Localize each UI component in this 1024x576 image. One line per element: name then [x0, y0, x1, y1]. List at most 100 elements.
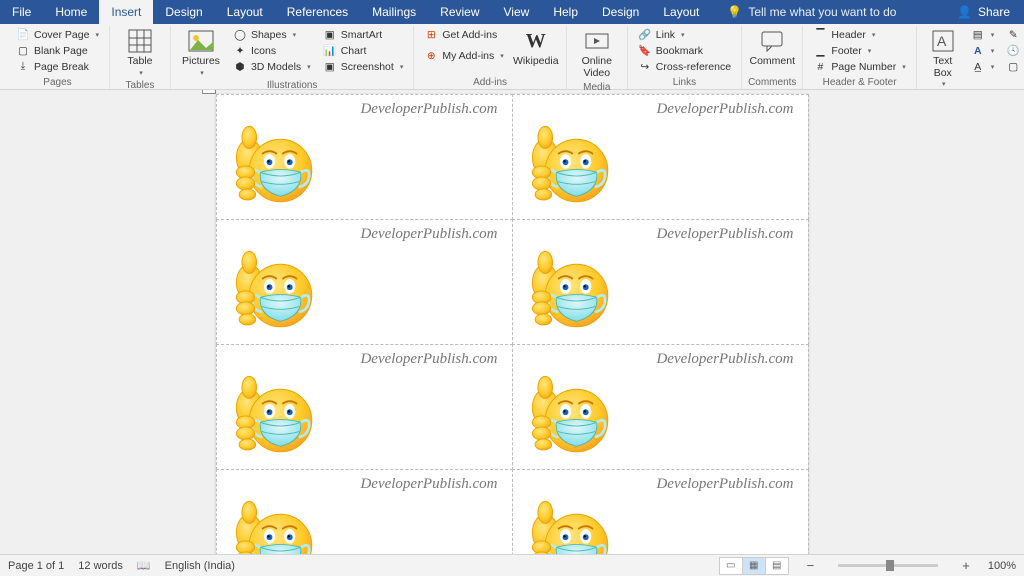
- comment-button[interactable]: Comment: [748, 26, 796, 70]
- table-cell[interactable]: DeveloperPublish.com: [512, 94, 809, 220]
- watermark-text: DeveloperPublish.com: [656, 351, 793, 368]
- table-cell[interactable]: DeveloperPublish.com: [512, 344, 809, 470]
- tab-review[interactable]: Review: [428, 0, 491, 24]
- footer-button[interactable]: ▁Footer▾: [809, 43, 909, 58]
- table-cell[interactable]: DeveloperPublish.com: [216, 344, 513, 470]
- table-cell[interactable]: DeveloperPublish.com: [216, 219, 513, 345]
- icons-button[interactable]: ✦Icons: [229, 43, 315, 58]
- group-tables: Table▾ Tables: [110, 26, 171, 89]
- object-button[interactable]: ▢▾: [1002, 59, 1024, 74]
- page-number-button[interactable]: #Page Number▾: [809, 59, 909, 74]
- tab-view[interactable]: View: [492, 0, 542, 24]
- date-time-button[interactable]: 🕓: [1002, 43, 1024, 58]
- emoji-image: [525, 119, 617, 211]
- icons-icon: ✦: [233, 44, 247, 58]
- link-icon: 🔗: [638, 28, 652, 42]
- page-break-button[interactable]: ⤓Page Break: [12, 59, 103, 74]
- table-icon: [127, 28, 153, 54]
- web-layout-button[interactable]: ▤: [765, 557, 789, 575]
- tab-insert[interactable]: Insert: [99, 0, 153, 24]
- smartart-button[interactable]: ▣SmartArt: [319, 27, 408, 42]
- group-label-comments: Comments: [748, 76, 796, 89]
- chart-button[interactable]: 📊Chart: [319, 43, 408, 58]
- quick-parts-button[interactable]: ▤▾: [967, 27, 999, 42]
- wikipedia-icon: W: [523, 28, 549, 54]
- emoji-image: [229, 369, 321, 461]
- shapes-button[interactable]: ◯Shapes▾: [229, 27, 315, 42]
- bookmark-button[interactable]: 🔖Bookmark: [634, 43, 735, 58]
- quickparts-icon: ▤: [971, 28, 985, 42]
- wordart-button[interactable]: A▾: [967, 43, 999, 58]
- spellcheck-icon[interactable]: 📖: [137, 559, 151, 572]
- group-header-footer: ▔Header▾ ▁Footer▾ #Page Number▾ Header &…: [803, 26, 916, 89]
- screenshot-button[interactable]: ▣Screenshot▾: [319, 59, 408, 74]
- emoji-image: [229, 244, 321, 336]
- read-mode-button[interactable]: ▭: [719, 557, 743, 575]
- table-move-handle[interactable]: ✥: [202, 90, 216, 94]
- dropcap-icon: A̲: [971, 60, 985, 74]
- link-button[interactable]: 🔗Link▾: [634, 27, 735, 42]
- watermark-text: DeveloperPublish.com: [656, 226, 793, 243]
- group-text: A Text Box▾ ▤▾ A▾ A̲▾ ✎▾ 🕓 ▢▾ Text: [917, 26, 1024, 89]
- lightbulb-icon: 💡: [727, 5, 742, 19]
- watermark-text: DeveloperPublish.com: [360, 351, 497, 368]
- my-addins-button[interactable]: ⊕My Add-ins▾: [420, 48, 507, 63]
- pictures-button[interactable]: Pictures▾: [177, 26, 225, 79]
- 3d-models-button[interactable]: ⬢3D Models▾: [229, 59, 315, 74]
- table-button[interactable]: Table▾: [116, 26, 164, 79]
- tab-home[interactable]: Home: [43, 0, 99, 24]
- tab-layout[interactable]: Layout: [215, 0, 275, 24]
- shapes-icon: ◯: [233, 28, 247, 42]
- zoom-level[interactable]: 100%: [988, 560, 1016, 572]
- document-canvas[interactable]: ✥ DeveloperPublish.com DeveloperPublish.…: [0, 90, 1024, 554]
- online-video-button[interactable]: Online Video: [573, 26, 621, 81]
- signature-line-button[interactable]: ✎▾: [1002, 27, 1024, 42]
- page-indicator[interactable]: Page 1 of 1: [8, 560, 64, 572]
- zoom-in-button[interactable]: +: [958, 558, 974, 573]
- labels-table: DeveloperPublish.com DeveloperPublish.co…: [216, 94, 808, 554]
- get-addins-button[interactable]: ⊞Get Add-ins: [420, 27, 507, 42]
- cross-reference-button[interactable]: ↪Cross-reference: [634, 59, 735, 74]
- tab-file[interactable]: File: [0, 0, 43, 24]
- share-label: Share: [978, 5, 1010, 19]
- language-indicator[interactable]: English (India): [165, 560, 235, 572]
- word-count[interactable]: 12 words: [78, 560, 123, 572]
- tab-table-design[interactable]: Design: [590, 0, 651, 24]
- tab-design[interactable]: Design: [153, 0, 214, 24]
- table-cell[interactable]: DeveloperPublish.com: [512, 469, 809, 555]
- footer-icon: ▁: [813, 44, 827, 58]
- tab-help[interactable]: Help: [541, 0, 590, 24]
- drop-cap-button[interactable]: A̲▾: [967, 59, 999, 74]
- header-button[interactable]: ▔Header▾: [809, 27, 909, 42]
- watermark-text: DeveloperPublish.com: [360, 101, 497, 118]
- bookmark-icon: 🔖: [638, 44, 652, 58]
- print-layout-button[interactable]: ▦: [742, 557, 766, 575]
- tell-me-search[interactable]: 💡 Tell me what you want to do: [727, 0, 896, 24]
- group-links: 🔗Link▾ 🔖Bookmark ↪Cross-reference Links: [628, 26, 742, 89]
- tab-mailings[interactable]: Mailings: [360, 0, 428, 24]
- signature-icon: ✎: [1006, 28, 1020, 42]
- watermark-text: DeveloperPublish.com: [360, 226, 497, 243]
- watermark-text: DeveloperPublish.com: [360, 476, 497, 493]
- zoom-out-button[interactable]: −: [803, 558, 819, 573]
- page: ✥ DeveloperPublish.com DeveloperPublish.…: [216, 94, 808, 554]
- wikipedia-button[interactable]: W Wikipedia: [512, 26, 560, 70]
- share-button[interactable]: 👤 Share: [943, 0, 1024, 24]
- watermark-text: DeveloperPublish.com: [656, 476, 793, 493]
- tell-me-label: Tell me what you want to do: [748, 5, 896, 19]
- tab-table-layout[interactable]: Layout: [651, 0, 711, 24]
- zoom-slider[interactable]: [838, 564, 938, 567]
- video-icon: [584, 28, 610, 54]
- table-cell[interactable]: DeveloperPublish.com: [512, 219, 809, 345]
- zoom-thumb[interactable]: [886, 560, 894, 571]
- text-box-button[interactable]: A Text Box▾: [923, 26, 963, 91]
- tab-references[interactable]: References: [275, 0, 360, 24]
- blank-page-button[interactable]: ▢Blank Page: [12, 43, 103, 58]
- table-cell[interactable]: DeveloperPublish.com: [216, 469, 513, 555]
- watermark-text: DeveloperPublish.com: [656, 101, 793, 118]
- group-media: Online Video Media: [567, 26, 628, 89]
- cover-page-button[interactable]: 📄Cover Page▾: [12, 27, 103, 42]
- emoji-image: [525, 494, 617, 555]
- group-label-pages: Pages: [43, 76, 71, 89]
- table-cell[interactable]: DeveloperPublish.com: [216, 94, 513, 220]
